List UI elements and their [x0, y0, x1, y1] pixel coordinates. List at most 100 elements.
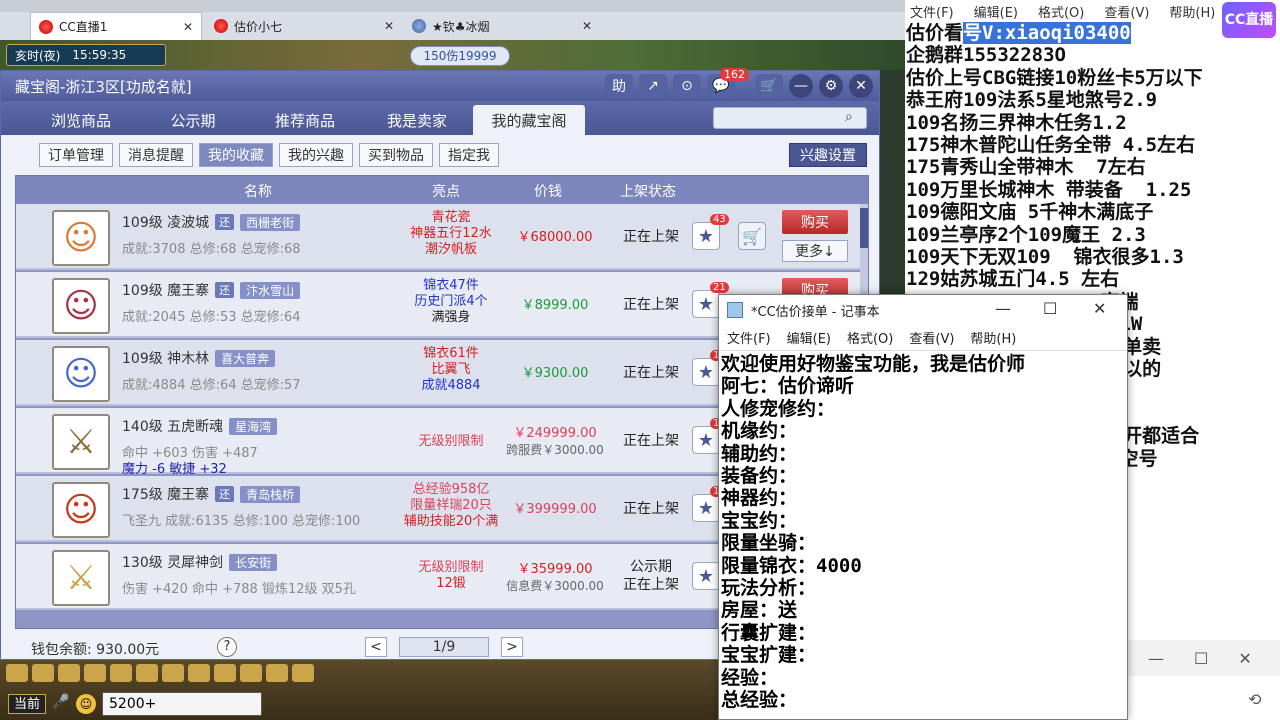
- tab-close-icon[interactable]: ✕: [183, 20, 193, 34]
- cart-icon[interactable]: 🛒: [755, 74, 783, 98]
- character-avatar[interactable]: ⚔: [52, 550, 110, 606]
- favorite-star-icon[interactable]: ★: [692, 426, 720, 454]
- row-stats: 成就:2045 总修:53 总宠修:64: [122, 310, 301, 325]
- level-school: 109级 神木林: [122, 351, 210, 367]
- order-management-button[interactable]: 订单管理: [39, 143, 113, 167]
- menu-file[interactable]: 文件(F): [910, 2, 954, 21]
- quick-slot-icon[interactable]: [136, 664, 158, 682]
- favorite-star-icon[interactable]: ★: [692, 494, 720, 522]
- emoticon-icon[interactable]: ☺: [76, 694, 96, 714]
- favorite-star-icon[interactable]: ★: [692, 562, 720, 590]
- character-avatar[interactable]: ☺: [52, 346, 110, 402]
- notepad-text-area[interactable]: 欢迎使用好物鉴宝功能，我是估价师 阿七：估价谛听 人修宠修约： 机缘约： 辅助约： 装备约…: [719, 351, 1127, 712]
- tab-browse-goods[interactable]: 浏览商品: [25, 105, 137, 135]
- more-button[interactable]: 更多↓: [782, 240, 848, 262]
- menu-file[interactable]: 文件(F): [727, 328, 771, 347]
- browser-tab-player[interactable]: ★钦♣冰烟 ✕: [404, 12, 600, 40]
- my-interests-button[interactable]: 我的兴趣: [279, 143, 353, 167]
- minimize-icon[interactable]: —: [995, 299, 1011, 318]
- title-icon-group: 助 ↗ ⊙ 💬 162 🛒 — ⚙ ✕: [605, 68, 873, 98]
- price-value: ￥249999.00: [513, 426, 597, 441]
- buy-button[interactable]: 购买: [782, 210, 848, 234]
- game-ticket-label[interactable]: 150伤19999: [410, 46, 510, 66]
- tab-i-am-seller[interactable]: 我是卖家: [361, 105, 473, 135]
- message-reminder-button[interactable]: 消息提醒: [119, 143, 193, 167]
- menu-edit[interactable]: 编辑(E): [787, 328, 831, 347]
- tab-close-icon[interactable]: ✕: [582, 19, 592, 33]
- close-icon[interactable]: ✕: [849, 74, 873, 98]
- prev-page-button[interactable]: <: [365, 637, 387, 657]
- selected-text[interactable]: 号V:xiaoqi03400: [963, 22, 1131, 44]
- quick-slot-icon[interactable]: [266, 664, 288, 682]
- interest-settings-button[interactable]: 兴趣设置: [789, 143, 867, 167]
- maximize-icon[interactable]: ☐: [1194, 649, 1208, 668]
- browser-tab-bar: CC直播1 ✕ 估价小七 ✕ ★钦♣冰烟 ✕: [0, 0, 905, 40]
- quick-slot-icon[interactable]: [214, 664, 236, 682]
- table-scrollbar-thumb[interactable]: [860, 208, 868, 248]
- menu-edit[interactable]: 编辑(E): [974, 2, 1018, 21]
- character-avatar[interactable]: ☺: [52, 278, 110, 334]
- row-status: 正在上架: [612, 500, 690, 518]
- menu-help[interactable]: 帮助(H): [1169, 2, 1215, 21]
- quick-slot-icon[interactable]: [110, 664, 132, 682]
- menu-view[interactable]: 查看(V): [1104, 2, 1149, 21]
- microphone-icon[interactable]: 🎤: [52, 694, 70, 714]
- quick-slot-icon[interactable]: [240, 664, 262, 682]
- tab-recommended[interactable]: 推荐商品: [249, 105, 361, 135]
- next-page-button[interactable]: >: [501, 637, 523, 657]
- quick-slot-icon[interactable]: [84, 664, 106, 682]
- tab-publicity[interactable]: 公示期: [137, 105, 249, 135]
- share-icon[interactable]: ↗: [639, 74, 667, 98]
- menu-help[interactable]: 帮助(H): [970, 328, 1016, 347]
- quick-slot-icon[interactable]: [292, 664, 314, 682]
- notes-line: 估价上号CBG链接10粉丝卡5万以下: [906, 66, 1203, 89]
- tab-close-icon[interactable]: ✕: [384, 19, 394, 33]
- character-avatar[interactable]: ⚔: [52, 414, 110, 470]
- chat-input[interactable]: 5200+: [102, 692, 262, 716]
- close-icon[interactable]: ✕: [1238, 649, 1251, 668]
- chat-channel-button[interactable]: 当前: [8, 694, 46, 714]
- message-icon[interactable]: 💬 162: [707, 68, 749, 98]
- notepad-line: 房屋：送: [721, 599, 798, 622]
- main-nav-tabs: 浏览商品 公示期 推荐商品 我是卖家 我的藏宝阁 ⌕: [1, 101, 879, 135]
- favorite-star-icon[interactable]: ★: [692, 222, 720, 250]
- favorite-star-icon[interactable]: ★: [692, 358, 720, 386]
- window-titlebar: 藏宝阁-浙江3区[功成名就] 助 ↗ ⊙ 💬 162 🛒 — ⚙ ✕: [1, 68, 879, 101]
- quick-slot-icon[interactable]: [162, 664, 184, 682]
- add-to-cart-icon[interactable]: 🛒: [738, 222, 766, 250]
- quick-slot-icon[interactable]: [58, 664, 80, 682]
- browser-tab-appraiser[interactable]: 估价小七 ✕: [206, 12, 402, 40]
- quick-slot-icon[interactable]: [6, 664, 28, 682]
- maximize-icon[interactable]: ☐: [1043, 299, 1057, 318]
- settings-gear-icon[interactable]: ⚙: [819, 74, 843, 98]
- menu-view[interactable]: 查看(V): [909, 328, 954, 347]
- row-title: 130级 灵犀神剑 长安街: [122, 552, 278, 572]
- record-icon[interactable]: ⊙: [673, 74, 701, 98]
- minimize-icon[interactable]: —: [789, 74, 813, 98]
- minimize-icon[interactable]: —: [1148, 649, 1164, 668]
- character-avatar[interactable]: ☺: [52, 482, 110, 538]
- quick-slot-icon[interactable]: [32, 664, 54, 682]
- menu-format[interactable]: 格式(O): [1038, 2, 1084, 21]
- status-text: 正在上架: [623, 297, 679, 313]
- my-favorites-button[interactable]: 我的收藏: [199, 143, 273, 167]
- help-question-icon[interactable]: ?: [217, 637, 237, 657]
- quick-slot-icon[interactable]: [188, 664, 210, 682]
- close-icon[interactable]: ✕: [1093, 299, 1106, 318]
- highlight-text: 限量祥瑞20只: [410, 498, 492, 513]
- purchased-items-button[interactable]: 买到物品: [359, 143, 433, 167]
- assigned-to-me-button[interactable]: 指定我: [439, 143, 499, 167]
- browser-tab-cc-live[interactable]: CC直播1 ✕: [30, 12, 202, 40]
- table-row[interactable]: ☺ 109级 凌波城还西栅老街 成就:3708 总修:68 总宠修:68 青花瓷 神器五…: [16, 204, 862, 270]
- history-clock-icon[interactable]: ⟲: [1248, 690, 1261, 709]
- help-icon[interactable]: 助: [605, 74, 633, 98]
- row-title: 109级 凌波城还西栅老街: [122, 212, 301, 232]
- tab-my-pavilion[interactable]: 我的藏宝阁: [473, 105, 585, 135]
- cc-favicon-icon: [214, 19, 228, 33]
- game-time-label: 亥时(夜): [15, 48, 61, 63]
- search-icon[interactable]: ⌕: [845, 109, 861, 125]
- search-input[interactable]: [713, 107, 867, 129]
- character-avatar[interactable]: ☺: [52, 210, 110, 266]
- favorite-star-icon[interactable]: ★: [692, 290, 720, 318]
- menu-format[interactable]: 格式(O): [847, 328, 893, 347]
